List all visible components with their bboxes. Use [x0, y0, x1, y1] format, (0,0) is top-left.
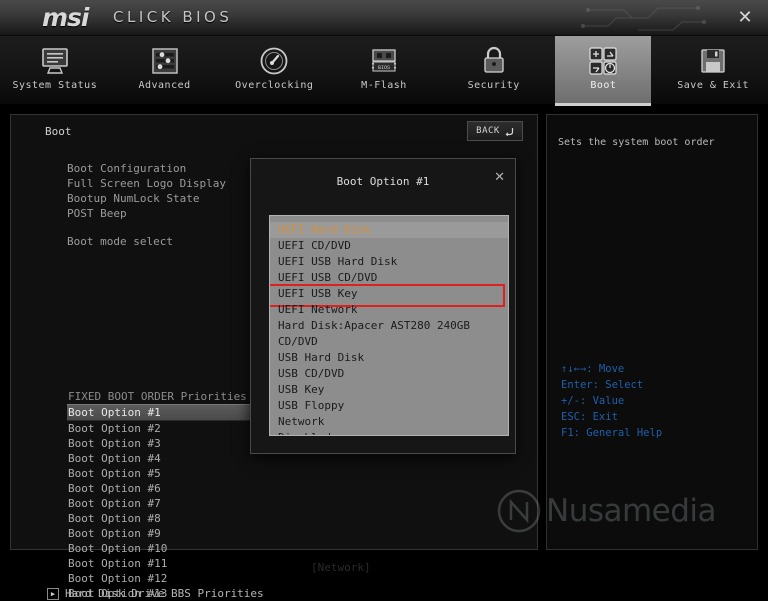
back-button[interactable]: BACK [467, 121, 523, 141]
product-name: CLICK BIOS [113, 8, 233, 26]
boot-device-list[interactable]: UEFI Hard Disk UEFI CD/DVD UEFI USB Hard D… [269, 215, 509, 436]
help-panel: Sets the system boot order ↑↓←→: Move Ent… [546, 114, 758, 550]
bbs-row-label: Hard Disk Drive BBS Priorities [65, 587, 264, 600]
nav-item-advanced[interactable]: Advanced [117, 36, 213, 106]
lock-icon [446, 42, 542, 80]
boot-option-row[interactable]: Boot Option #7 [67, 496, 467, 511]
panel-header: Boot BACK [11, 115, 537, 149]
boot-device-item[interactable]: USB Hard Disk [270, 350, 508, 366]
nav-item-label: M-Flash [361, 80, 407, 91]
monitor-icon [7, 42, 103, 80]
nav-item-overclocking[interactable]: Overclocking [226, 36, 322, 106]
boot-device-item[interactable]: USB Floppy [270, 398, 508, 414]
key-hint: +/-: Value [561, 395, 625, 407]
window-close-button[interactable]: ✕ [734, 8, 756, 30]
floppy-icon [665, 42, 761, 80]
boot-option-row[interactable]: Boot Option #10 [67, 541, 467, 556]
boot-option-row[interactable]: Boot Option #1 [67, 404, 267, 421]
boot-device-item[interactable]: Hard Disk:Apacer AST280 240GB [270, 318, 508, 334]
msi-logo: msi [42, 3, 89, 32]
boot-device-item[interactable]: UEFI USB Hard Disk [270, 254, 508, 270]
boot-device-item[interactable]: UEFI Network [270, 302, 508, 318]
boot-option-row[interactable]: Boot Option #11 [67, 556, 467, 571]
dialog-title: Boot Option #1 [336, 175, 430, 188]
boot-option-dialog: Boot Option #1 ✕ UEFI Hard Disk UEFI CD/D… [250, 158, 516, 454]
key-hint: Enter: Select [561, 379, 644, 391]
boot-device-item[interactable]: UEFI Hard Disk [270, 222, 508, 238]
nav-item-label: Save & Exit [677, 80, 749, 91]
key-hint: ↑↓←→: Move [561, 363, 625, 375]
boot-device-item[interactable]: USB CD/DVD [270, 366, 508, 382]
nav-item-label: Overclocking [235, 80, 314, 91]
return-arrow-icon [505, 127, 513, 136]
boot-option-row[interactable]: Boot Option #6 [67, 481, 467, 496]
nav-item-system-status[interactable]: System Status [7, 36, 103, 106]
boot-device-item[interactable]: USB Key [270, 382, 508, 398]
nav-item-label: Security [467, 80, 520, 91]
circuit-decoration [581, 6, 706, 31]
sliders-icon [117, 42, 213, 80]
nav-item-security[interactable]: Security [446, 36, 542, 106]
dialog-header: Boot Option #1 ✕ [251, 159, 515, 201]
nav-item-save-exit[interactable]: Save & Exit [665, 36, 761, 106]
boot-option-row[interactable]: Boot Option #8 [67, 511, 467, 526]
keyboard-legend: ↑↓←→: Move Enter: Select +/-: Value ESC: Ex… [561, 361, 662, 441]
dialog-close-button[interactable]: ✕ [494, 171, 505, 184]
key-hint: F1: General Help [561, 427, 663, 439]
key-hint: ESC: Exit [561, 411, 618, 423]
back-button-label: BACK [476, 126, 500, 136]
boot-device-item[interactable]: Disabled [270, 430, 508, 435]
nav-item-label: Boot [590, 80, 617, 91]
main-navigation: System Status Advanced Overclocking BIOS M-F… [0, 36, 768, 106]
gauge-icon [226, 42, 322, 80]
boot-grid-icon [555, 42, 651, 80]
boot-device-item[interactable]: UEFI USB CD/DVD [270, 270, 508, 286]
nav-item-m-flash[interactable]: BIOS M-Flash [336, 36, 432, 106]
bios-chip-icon: BIOS [336, 42, 432, 80]
help-description: Sets the system boot order [558, 137, 715, 148]
boot-option-row[interactable]: Boot Option #9 [67, 526, 467, 541]
boot-device-item[interactable]: CD/DVD [270, 334, 508, 350]
boot-device-item[interactable]: Network [270, 414, 508, 430]
nav-item-boot[interactable]: Boot [555, 36, 652, 106]
play-box-icon: ▶ [47, 587, 59, 600]
boot-option-row[interactable]: Boot Option #5 [67, 466, 467, 481]
nav-item-label: Advanced [138, 80, 191, 91]
boot-device-item[interactable]: UEFI USB Key [270, 284, 508, 307]
window-titlebar: msi CLICK BIOS ✕ [0, 0, 768, 36]
nav-item-label: System Status [12, 80, 98, 91]
boot-device-item[interactable]: UEFI CD/DVD [270, 238, 508, 254]
boot-option-row[interactable]: Boot Option #12 [67, 571, 467, 586]
hard-disk-bbs-priorities-row[interactable]: ▶ Hard Disk Drive BBS Priorities [47, 587, 264, 600]
breadcrumb: Boot [45, 125, 72, 138]
obscured-option-value: [Network] [311, 561, 371, 574]
svg-text:BIOS: BIOS [378, 65, 390, 71]
